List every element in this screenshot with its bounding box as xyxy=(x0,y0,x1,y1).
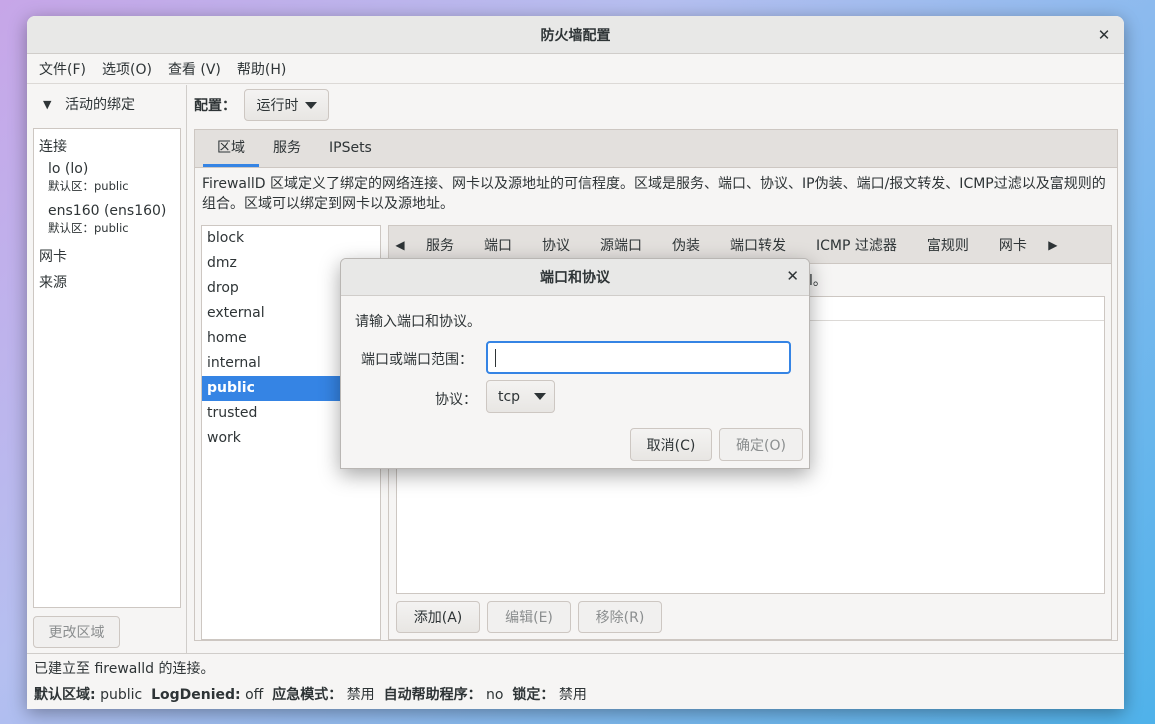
bindings-tree: 连接 lo (lo) 默认区：public ens160 (ens160) 默认… xyxy=(33,128,181,608)
ok-button[interactable]: 确定(O) xyxy=(719,428,803,461)
remove-button[interactable]: 移除(R) xyxy=(578,601,662,633)
configuration-row: 配置： 运行时 xyxy=(188,85,1124,125)
active-bindings-pane: ▼ 活动的绑定 连接 lo (lo) 默认区：public ens160 (en… xyxy=(27,85,187,653)
subtab-services[interactable]: 服务 xyxy=(411,235,469,255)
sources-header[interactable]: 来源 xyxy=(39,271,175,295)
tab-services[interactable]: 服务 xyxy=(259,130,315,167)
active-bindings-expander[interactable]: ▼ 活动的绑定 xyxy=(27,85,186,123)
logdenied-label: LogDenied: xyxy=(151,687,241,703)
port-label: 端口或端口范围： xyxy=(361,352,473,368)
menu-view[interactable]: 查看 (V) xyxy=(160,59,229,79)
panic-mode-value: 禁用 xyxy=(346,687,375,703)
chevron-down-icon: ▼ xyxy=(43,97,52,111)
tab-zones[interactable]: 区域 xyxy=(203,130,259,167)
subtab-masquerade[interactable]: 伪装 xyxy=(657,235,715,255)
zones-description: FirewallD 区域定义了绑定的网络连接、网卡以及源地址的可信程度。区域是服… xyxy=(202,176,1106,212)
auto-helpers-value: no xyxy=(486,687,504,703)
dialog-title: 端口和协议 xyxy=(540,270,610,286)
connection-zone: 默认区：public xyxy=(48,221,129,235)
active-bindings-label: 活动的绑定 xyxy=(65,97,135,113)
protocol-dropdown[interactable]: tcp xyxy=(486,380,555,413)
dialog-titlebar: 端口和协议 ✕ xyxy=(341,259,809,296)
menubar: 文件(F) 选项(O) 查看 (V) 帮助(H) xyxy=(27,54,1124,84)
configuration-value: 运行时 xyxy=(256,98,299,114)
subtab-icmp-filter[interactable]: ICMP 过滤器 xyxy=(801,235,912,255)
connection-zone: 默认区：public xyxy=(48,179,129,193)
change-zone-button[interactable]: 更改区域 xyxy=(33,616,120,648)
subtab-interfaces[interactable]: 网卡 xyxy=(984,235,1042,255)
menu-help[interactable]: 帮助(H) xyxy=(229,59,294,79)
subtab-ports[interactable]: 端口 xyxy=(469,235,527,255)
connection-item-lo[interactable]: lo (lo) 默认区：public xyxy=(39,159,175,201)
add-button[interactable]: 添加(A) xyxy=(396,601,480,633)
configuration-label: 配置： xyxy=(194,98,236,114)
dialog-prompt: 请输入端口和协议。 xyxy=(355,314,481,330)
main-tabs: 区域 服务 IPSets xyxy=(195,130,1117,168)
window-title: 防火墙配置 xyxy=(540,27,611,44)
connections-header[interactable]: 连接 xyxy=(39,135,175,159)
port-input[interactable] xyxy=(486,341,791,374)
connection-name: lo (lo) xyxy=(48,161,89,177)
lockdown-label: 锁定： xyxy=(512,687,555,703)
cancel-button[interactable]: 取消(C) xyxy=(630,428,712,461)
subtab-port-forwarding[interactable]: 端口转发 xyxy=(715,235,801,255)
menu-file[interactable]: 文件(F) xyxy=(31,59,94,79)
status-details: 默认区域: public LogDenied: off 应急模式： 禁用 自动帮… xyxy=(34,682,1124,709)
auto-helpers-label: 自动帮助程序： xyxy=(383,687,482,703)
ports-description-fragment: l。 xyxy=(809,273,827,289)
panic-mode-label: 应急模式： xyxy=(272,687,343,703)
subtab-source-ports[interactable]: 源端口 xyxy=(585,235,657,255)
tab-ipsets[interactable]: IPSets xyxy=(315,130,386,167)
text-cursor xyxy=(495,349,496,367)
port-protocol-dialog: 端口和协议 ✕ 请输入端口和协议。 端口或端口范围： 协议： tcp 取消(C)… xyxy=(340,258,810,469)
interfaces-header[interactable]: 网卡 xyxy=(39,245,175,269)
subtab-rich-rules[interactable]: 富规则 xyxy=(912,235,984,255)
titlebar: 防火墙配置 ✕ xyxy=(27,16,1124,54)
configuration-dropdown[interactable]: 运行时 xyxy=(244,89,329,121)
connection-item-ens160[interactable]: ens160 (ens160) 默认区：public xyxy=(39,201,175,243)
close-icon[interactable]: ✕ xyxy=(1094,25,1114,45)
default-zone-label: 默认区域: xyxy=(34,687,96,703)
dropdown-arrow-icon xyxy=(304,101,317,109)
statusbar: 已建立至 firewalld 的连接。 默认区域: public LogDeni… xyxy=(27,653,1124,709)
scroll-left-icon[interactable]: ◀ xyxy=(389,238,411,252)
default-zone-value: public xyxy=(100,687,143,703)
lockdown-value: 禁用 xyxy=(558,687,587,703)
logdenied-value: off xyxy=(245,687,264,703)
protocol-value: tcp xyxy=(498,388,521,405)
menu-options[interactable]: 选项(O) xyxy=(94,59,160,79)
subtab-protocols[interactable]: 协议 xyxy=(527,235,585,255)
scroll-right-icon[interactable]: ▶ xyxy=(1042,238,1064,252)
dropdown-arrow-icon xyxy=(534,393,547,400)
ports-buttons: 添加(A) 编辑(E) 移除(R) xyxy=(396,601,662,633)
connection-name: ens160 (ens160) xyxy=(48,203,167,219)
dialog-close-icon[interactable]: ✕ xyxy=(786,267,799,285)
connection-status: 已建立至 firewalld 的连接。 xyxy=(34,661,215,677)
protocol-label: 协议： xyxy=(435,392,477,408)
zone-item-block[interactable]: block xyxy=(202,226,380,251)
edit-button[interactable]: 编辑(E) xyxy=(487,601,571,633)
